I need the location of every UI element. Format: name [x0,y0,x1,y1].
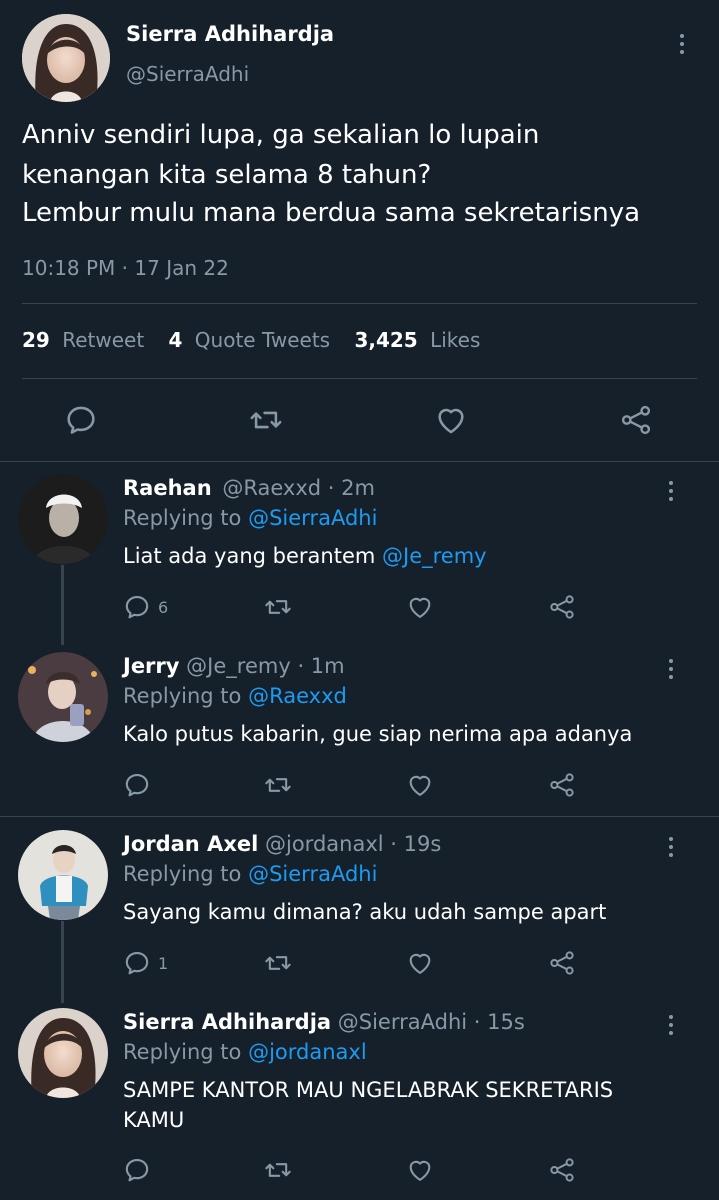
avatar-image [18,1008,108,1098]
more-icon[interactable] [678,34,686,54]
reply-icon[interactable] [64,403,98,437]
reply-avatar[interactable] [18,474,108,564]
like-icon[interactable] [434,403,468,437]
reply-icon[interactable] [123,593,151,621]
reply-count: 1 [158,954,169,973]
thread-line [61,565,64,645]
reply-author-handle[interactable]: @Raexxd [222,476,321,500]
avatar-image [18,474,108,564]
retweet-icon[interactable] [264,593,292,621]
replying-to: Replying to @SierraAdhi [123,862,377,886]
more-icon[interactable] [667,837,675,857]
replying-prefix: Replying to [123,1040,242,1064]
like-icon[interactable] [406,593,434,621]
reply-author-handle[interactable]: @SierraAdhi [338,1010,467,1034]
more-icon[interactable] [667,659,675,679]
avatar-image [18,830,108,920]
main-tweet-line-2: kenangan kita selama 8 tahun? [22,160,432,190]
retweet-icon[interactable] [264,1156,292,1184]
reply-icon[interactable] [123,949,151,977]
reply-author-handle[interactable]: @Je_remy [186,654,291,678]
reply-author-name[interactable]: Sierra Adhihardja [123,1010,331,1034]
reply-count: 6 [158,598,169,617]
stats-row: 29 Retweet 4 Quote Tweets 3,425 Likes [22,328,480,352]
more-icon[interactable] [667,1015,675,1035]
reply-time[interactable]: · 19s [390,832,441,856]
avatar-image [18,652,108,742]
quote-label[interactable]: Quote Tweets [195,328,330,352]
share-icon[interactable] [548,593,576,621]
reply-icon[interactable] [123,1156,151,1184]
reply-avatar[interactable] [18,830,108,920]
reply-header: Raehan @Raexxd · 2m [123,476,375,500]
replying-to: Replying to @jordanaxl [123,1040,367,1064]
divider [0,461,719,462]
replying-prefix: Replying to [123,684,242,708]
main-tweet-timestamp[interactable]: 10:18 PM · 17 Jan 22 [22,256,229,280]
reply-time[interactable]: · 1m [297,654,344,678]
mention-link[interactable]: @Je_remy [382,544,487,568]
replying-to-link[interactable]: @Raexxd [248,684,347,708]
reply-author-name[interactable]: Raehan [123,476,212,500]
more-icon[interactable] [667,481,675,501]
retweet-label[interactable]: Retweet [62,328,144,352]
likes-label[interactable]: Likes [430,328,480,352]
thread-line [61,921,64,1003]
avatar-image [22,14,110,102]
replying-to: Replying to @Raexxd [123,684,347,708]
reply-time[interactable]: · 2m [328,476,375,500]
retweet-count[interactable]: 29 [22,328,50,352]
like-icon[interactable] [406,949,434,977]
main-author-name[interactable]: Sierra Adhihardja [126,22,334,46]
reply-time[interactable]: · 15s [474,1010,525,1034]
reply-author-name[interactable]: Jordan Axel [123,832,258,856]
reply-header: Jordan Axel @jordanaxl · 19s [123,832,441,856]
reply-text-line-1: SAMPE KANTOR MAU NGELABRAK SEKRETARIS [123,1078,614,1102]
replying-prefix: Replying to [123,506,242,530]
reply-text: Liat ada yang berantem @Je_remy [123,544,487,568]
divider [0,816,719,817]
reply-author-name[interactable]: Jerry [123,654,179,678]
likes-count[interactable]: 3,425 [354,328,417,352]
share-icon[interactable] [619,403,653,437]
reply-text: Sayang kamu dimana? aku udah sampe apart [123,900,607,924]
replying-to-link[interactable]: @SierraAdhi [248,506,377,530]
retweet-icon[interactable] [264,771,292,799]
main-author-handle[interactable]: @SierraAdhi [126,62,249,86]
quote-count[interactable]: 4 [169,328,183,352]
main-author-avatar[interactable] [22,14,110,102]
share-icon[interactable] [548,949,576,977]
reply-text: Kalo putus kabarin, gue siap nerima apa … [123,722,633,746]
main-tweet-line-1: Anniv sendiri lupa, ga sekalian lo lupai… [22,120,540,150]
reply-icon[interactable] [123,771,151,799]
retweet-icon[interactable] [249,403,283,437]
replying-to: Replying to @SierraAdhi [123,506,377,530]
reply-text-line-2: KAMU [123,1108,185,1132]
replying-to-link[interactable]: @jordanaxl [248,1040,367,1064]
divider [22,378,697,379]
like-icon[interactable] [406,1156,434,1184]
reply-avatar[interactable] [18,652,108,742]
divider [22,303,697,304]
retweet-icon[interactable] [264,949,292,977]
share-icon[interactable] [548,771,576,799]
reply-header: Sierra Adhihardja @SierraAdhi · 15s [123,1010,525,1034]
share-icon[interactable] [548,1156,576,1184]
reply-text-line: Liat ada yang berantem [123,544,383,568]
reply-header: Jerry @Je_remy · 1m [123,654,345,678]
replying-prefix: Replying to [123,862,242,886]
main-tweet-line-3: Lembur mulu mana berdua sama sekretarisn… [22,198,641,228]
replying-to-link[interactable]: @SierraAdhi [248,862,377,886]
reply-avatar[interactable] [18,1008,108,1098]
like-icon[interactable] [406,771,434,799]
reply-author-handle[interactable]: @jordanaxl [265,832,384,856]
